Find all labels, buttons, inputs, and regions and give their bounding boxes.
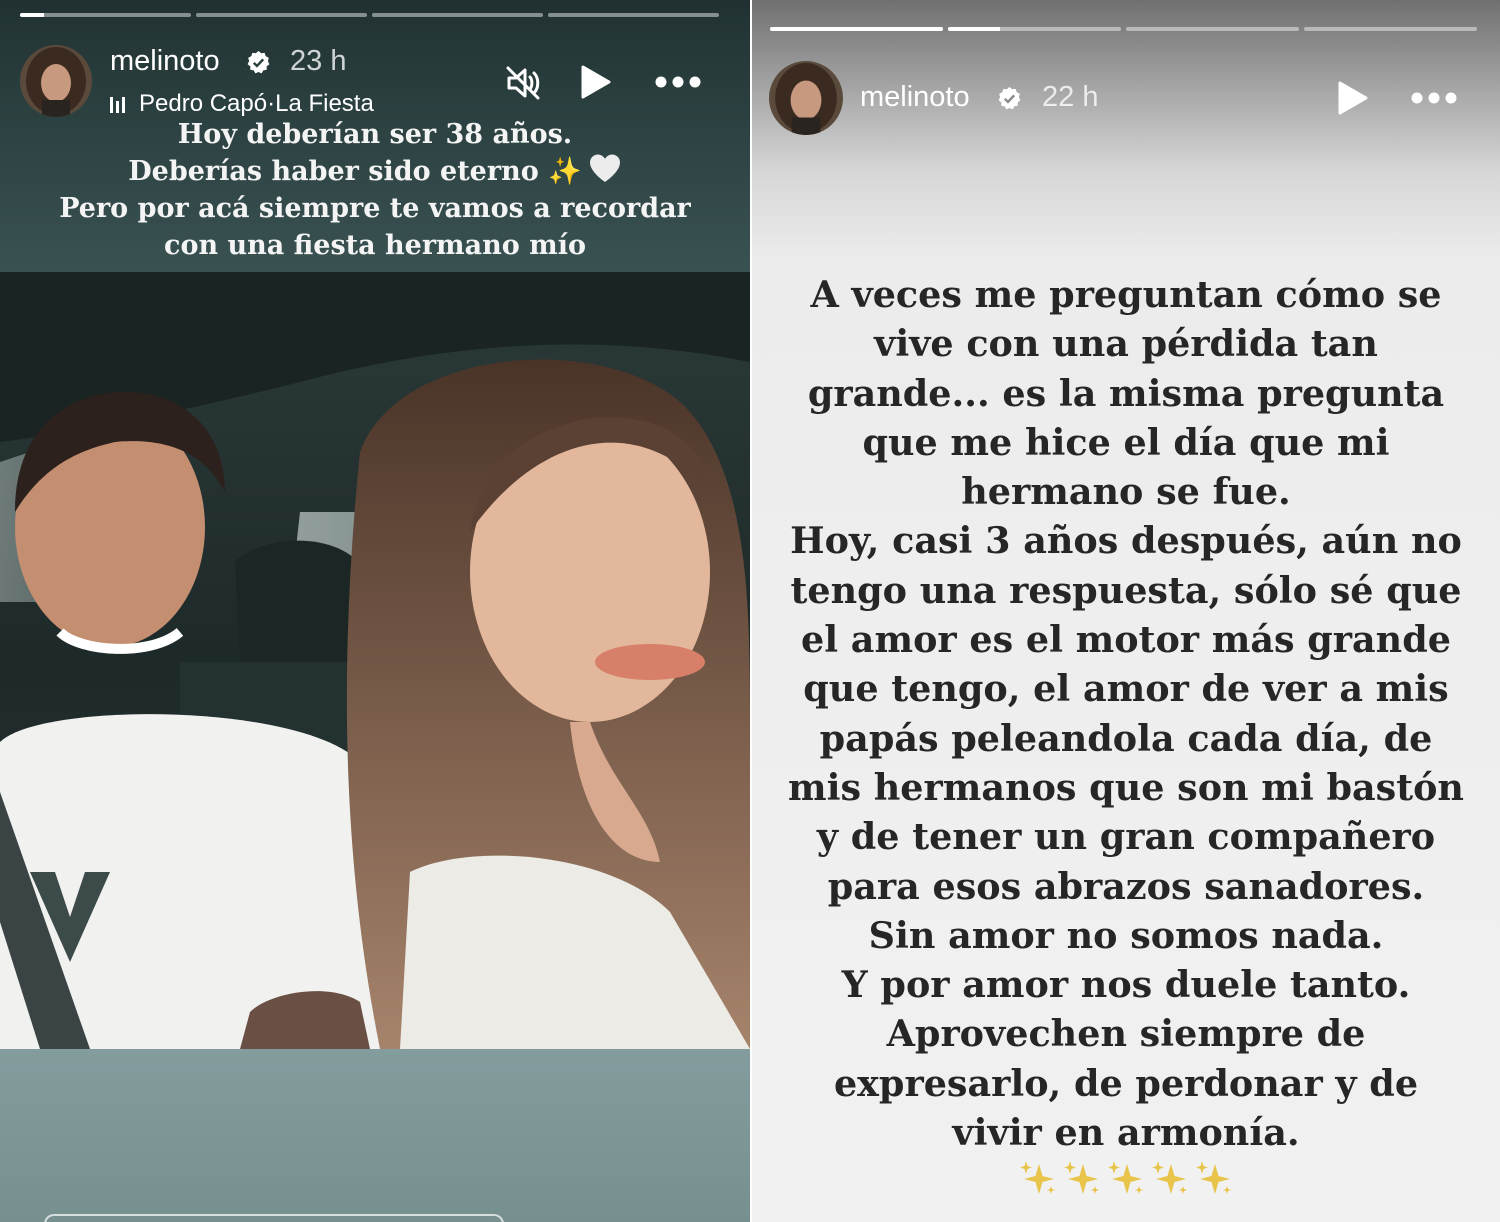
story-text-line: A veces me preguntan cómo se bbox=[810, 273, 1442, 316]
sparkles-icon: ✨ bbox=[548, 156, 582, 187]
story-text-line: y de tener un gran compañero bbox=[816, 815, 1436, 859]
caption-line: Hoy deberían ser 38 años. bbox=[177, 119, 573, 150]
story-text-line: Hoy, casi 3 años después, aún no bbox=[790, 519, 1462, 563]
more-options-button[interactable] bbox=[1406, 78, 1462, 118]
progress-segment bbox=[548, 13, 719, 17]
story-text-line: expresarlo, de perdonar y de bbox=[833, 1061, 1419, 1105]
story-text-line: vivir en armonía. bbox=[952, 1111, 1300, 1155]
progress-segment bbox=[948, 27, 1121, 31]
avatar[interactable] bbox=[769, 61, 843, 135]
post-time: 23 h bbox=[290, 45, 347, 77]
more-options-button[interactable] bbox=[650, 62, 706, 102]
story-text-line: el amor es el motor más grande bbox=[801, 618, 1451, 662]
avatar[interactable] bbox=[20, 45, 92, 117]
progress-segment bbox=[20, 13, 191, 17]
more-options-icon bbox=[1411, 92, 1457, 104]
story-text-line: vive con una pérdida tan bbox=[874, 322, 1378, 366]
story-text-line: tengo una respuesta, sólo sé que bbox=[790, 568, 1462, 612]
play-button[interactable] bbox=[575, 62, 615, 102]
music-song: La Fiesta bbox=[275, 90, 374, 117]
reply-input[interactable] bbox=[44, 1214, 504, 1222]
sparkles-icon bbox=[1064, 1161, 1099, 1194]
progress-segment bbox=[1126, 27, 1299, 31]
story-text-line: Y por amor nos duele tanto. bbox=[841, 963, 1411, 1007]
white-heart-icon bbox=[589, 154, 620, 182]
caption-line-with-emoji: Deberías haber sido eterno ✨ bbox=[0, 153, 750, 190]
muted-speaker-icon bbox=[506, 66, 540, 100]
story-footer bbox=[0, 1049, 750, 1222]
story-caption: Hoy deberían ser 38 años. Deberías haber… bbox=[0, 116, 750, 264]
sparkles-icon bbox=[1020, 1161, 1055, 1194]
mute-button[interactable] bbox=[500, 60, 546, 106]
caption-line: Deberías haber sido eterno bbox=[128, 156, 539, 187]
sparkles-icon bbox=[1196, 1161, 1231, 1194]
story-text-line: grande... es la misma pregunta bbox=[807, 371, 1445, 415]
story-text-line: Aprovechen siempre de bbox=[886, 1012, 1366, 1056]
post-time: 22 h bbox=[1042, 81, 1099, 113]
sparkles-row bbox=[752, 1158, 1500, 1202]
story-right[interactable]: melinoto 22 h A veces me preguntan cómo … bbox=[752, 0, 1500, 1222]
sparkles-icon bbox=[1152, 1161, 1187, 1194]
progress-segment bbox=[372, 13, 543, 17]
progress-segment bbox=[770, 27, 943, 31]
play-icon bbox=[581, 65, 611, 99]
username[interactable]: melinoto bbox=[110, 45, 220, 78]
music-artist: Pedro Capó bbox=[139, 90, 268, 117]
music-separator: · bbox=[267, 90, 276, 117]
story-photo bbox=[0, 272, 750, 1049]
story-text-line: papás peleandola cada día, de bbox=[819, 716, 1433, 760]
music-bars-icon bbox=[110, 95, 125, 113]
progress-segment bbox=[1304, 27, 1477, 31]
story-text: A veces me preguntan cómo se vive con un… bbox=[762, 270, 1490, 1157]
story-progress bbox=[20, 13, 719, 17]
story-text-line: Sin amor no somos nada. bbox=[868, 913, 1384, 957]
more-options-icon bbox=[655, 76, 701, 88]
verified-badge-icon bbox=[247, 51, 270, 74]
sparkles-icon bbox=[1108, 1161, 1143, 1194]
caption-line: con una fiesta hermano mío bbox=[164, 230, 586, 261]
progress-segment bbox=[196, 13, 367, 17]
story-progress bbox=[770, 27, 1477, 31]
caption-line: Pero por acá siempre te vamos a recordar bbox=[59, 193, 691, 224]
story-left[interactable]: melinoto 23 h Pedro Capó · La Fiesta Hoy… bbox=[0, 0, 750, 1222]
play-icon bbox=[1338, 81, 1368, 115]
story-text-line: mis hermanos que son mi bastón bbox=[788, 765, 1464, 809]
story-text-line: para esos abrazos sanadores. bbox=[827, 864, 1425, 908]
story-text-line: que me hice el día que mi bbox=[862, 420, 1390, 464]
music-info[interactable]: Pedro Capó · La Fiesta bbox=[110, 90, 374, 118]
verified-badge-icon bbox=[998, 87, 1021, 110]
story-text-line: hermano se fue. bbox=[961, 470, 1291, 514]
story-text-line: que tengo, el amor de ver a mis bbox=[803, 667, 1449, 711]
username[interactable]: melinoto bbox=[860, 81, 970, 114]
play-button[interactable] bbox=[1332, 78, 1372, 118]
